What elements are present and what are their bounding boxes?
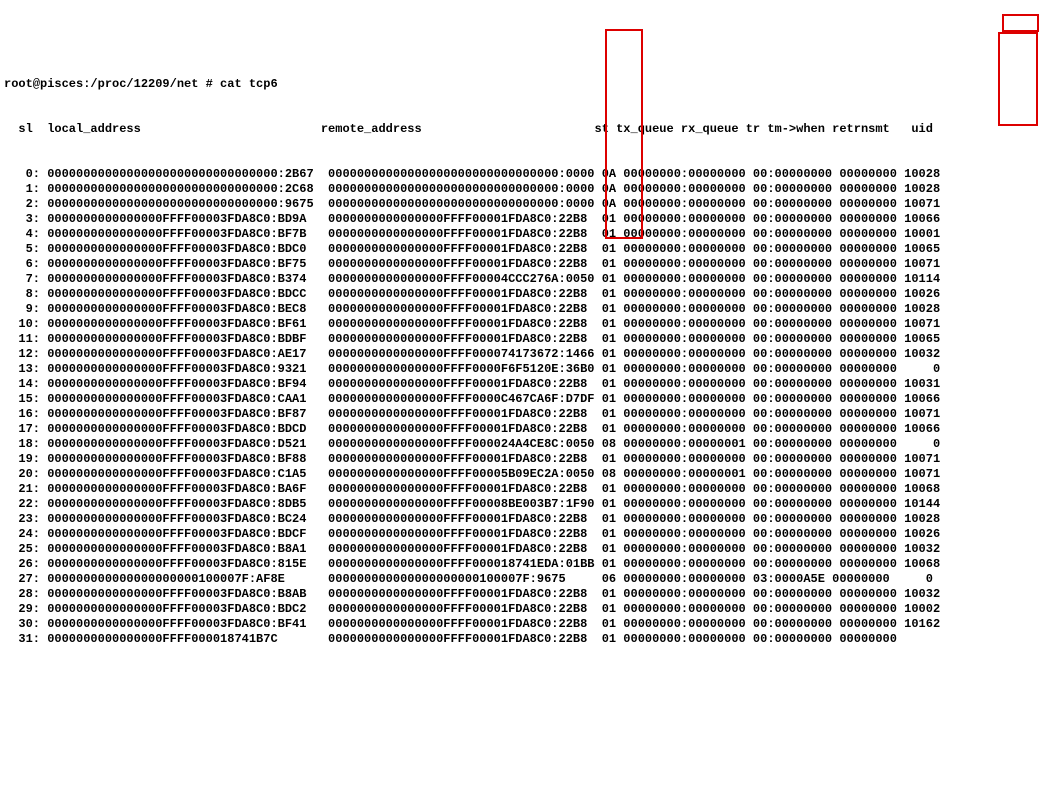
table-row: 9: 0000000000000000FFFF00003FDA8C0:BEC8 … bbox=[4, 302, 1037, 317]
table-row: 26: 0000000000000000FFFF00003FDA8C0:815E… bbox=[4, 557, 1037, 572]
table-row: 14: 0000000000000000FFFF00003FDA8C0:BF94… bbox=[4, 377, 1037, 392]
table-row: 25: 0000000000000000FFFF00003FDA8C0:B8A1… bbox=[4, 542, 1037, 557]
data-rows: 0: 00000000000000000000000000000000:2B67… bbox=[4, 167, 1037, 647]
table-row: 30: 0000000000000000FFFF00003FDA8C0:BF41… bbox=[4, 617, 1037, 632]
shell-prompt: root@pisces:/proc/12209/net # cat tcp6 bbox=[4, 77, 1037, 92]
table-row: 20: 0000000000000000FFFF00003FDA8C0:C1A5… bbox=[4, 467, 1037, 482]
table-row: 23: 0000000000000000FFFF00003FDA8C0:BC24… bbox=[4, 512, 1037, 527]
table-row: 31: 0000000000000000FFFF000018741B7C 000… bbox=[4, 632, 1037, 647]
table-row: 1: 00000000000000000000000000000000:2C68… bbox=[4, 182, 1037, 197]
table-row: 12: 0000000000000000FFFF00003FDA8C0:AE17… bbox=[4, 347, 1037, 362]
table-row: 13: 0000000000000000FFFF00003FDA8C0:9321… bbox=[4, 362, 1037, 377]
table-row: 2: 00000000000000000000000000000000:9675… bbox=[4, 197, 1037, 212]
table-row: 19: 0000000000000000FFFF00003FDA8C0:BF88… bbox=[4, 452, 1037, 467]
terminal-window: root@pisces:/proc/12209/net # cat tcp6 s… bbox=[0, 45, 1041, 664]
table-row: 15: 0000000000000000FFFF00003FDA8C0:CAA1… bbox=[4, 392, 1037, 407]
table-row: 22: 0000000000000000FFFF00003FDA8C0:8DB5… bbox=[4, 497, 1037, 512]
table-row: 4: 0000000000000000FFFF00003FDA8C0:BF7B … bbox=[4, 227, 1037, 242]
highlight-uid-header bbox=[1002, 14, 1039, 32]
table-row: 5: 0000000000000000FFFF00003FDA8C0:BDC0 … bbox=[4, 242, 1037, 257]
table-row: 16: 0000000000000000FFFF00003FDA8C0:BF87… bbox=[4, 407, 1037, 422]
table-row: 6: 0000000000000000FFFF00003FDA8C0:BF75 … bbox=[4, 257, 1037, 272]
table-row: 21: 0000000000000000FFFF00003FDA8C0:BA6F… bbox=[4, 482, 1037, 497]
table-row: 29: 0000000000000000FFFF00003FDA8C0:BDC2… bbox=[4, 602, 1037, 617]
table-row: 24: 0000000000000000FFFF00003FDA8C0:BDCF… bbox=[4, 527, 1037, 542]
table-row: 10: 0000000000000000FFFF00003FDA8C0:BF61… bbox=[4, 317, 1037, 332]
header-row: sl local_address remote_address st tx_qu… bbox=[4, 122, 1037, 137]
table-row: 17: 0000000000000000FFFF00003FDA8C0:BDCD… bbox=[4, 422, 1037, 437]
table-row: 7: 0000000000000000FFFF00003FDA8C0:B374 … bbox=[4, 272, 1037, 287]
table-row: 0: 00000000000000000000000000000000:2B67… bbox=[4, 167, 1037, 182]
table-row: 28: 0000000000000000FFFF00003FDA8C0:B8AB… bbox=[4, 587, 1037, 602]
table-row: 18: 0000000000000000FFFF00003FDA8C0:D521… bbox=[4, 437, 1037, 452]
table-row: 11: 0000000000000000FFFF00003FDA8C0:BDBF… bbox=[4, 332, 1037, 347]
table-row: 27: 000000000000000000000100007F:AF8E 00… bbox=[4, 572, 1037, 587]
table-row: 8: 0000000000000000FFFF00003FDA8C0:BDCC … bbox=[4, 287, 1037, 302]
table-row: 3: 0000000000000000FFFF00003FDA8C0:BD9A … bbox=[4, 212, 1037, 227]
